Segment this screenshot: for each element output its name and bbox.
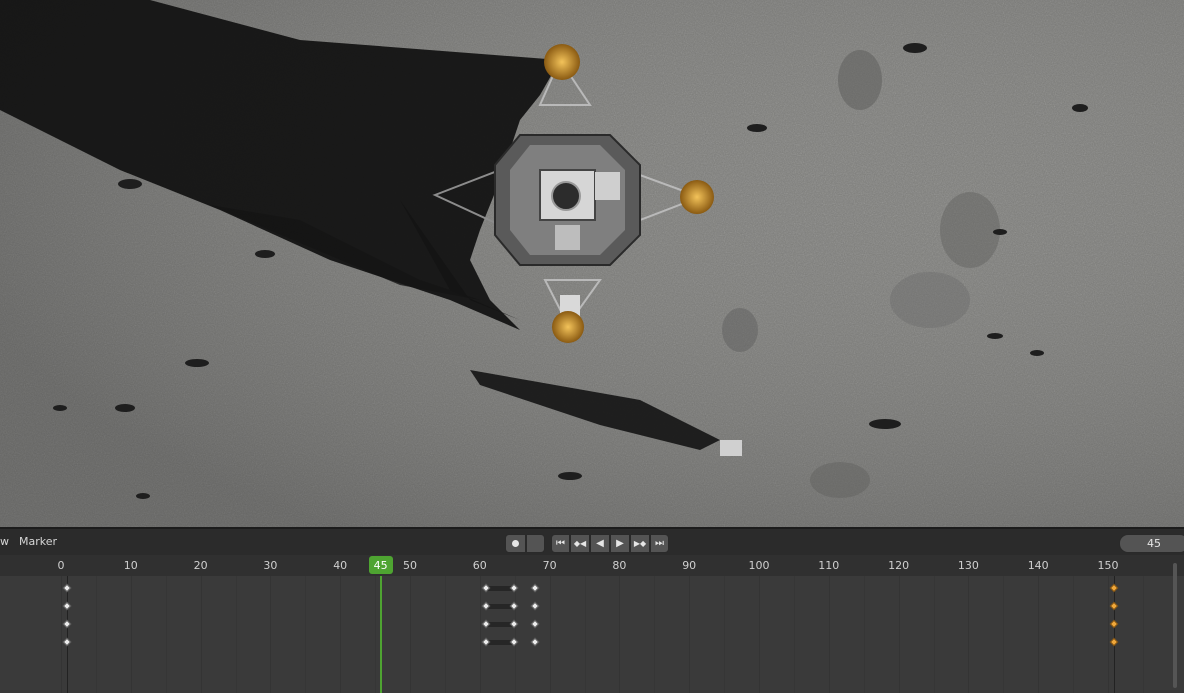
ruler-tick-label: 20 xyxy=(193,559,208,572)
frame-grid-line xyxy=(898,576,900,693)
play-button[interactable]: ▶ xyxy=(610,534,630,553)
frame-grid-line xyxy=(549,576,551,693)
frame-subgrid-line xyxy=(514,576,516,693)
jump-to-start-icon: ⏮ xyxy=(556,538,565,549)
current-frame-field[interactable]: 45 xyxy=(1119,534,1184,553)
frame-subgrid-line xyxy=(95,576,97,693)
next-keyframe-button[interactable]: ▶◆ xyxy=(630,534,650,553)
play-reverse-button[interactable]: ◀ xyxy=(590,534,610,553)
keyframe-diamond[interactable] xyxy=(62,637,72,647)
frame-grid-line xyxy=(759,576,760,693)
view-menu[interactable]: w xyxy=(0,535,9,548)
ruler-tick-label: 60 xyxy=(472,559,487,572)
frame-subgrid-line xyxy=(1003,576,1005,693)
keyframe-diamond[interactable] xyxy=(530,619,539,629)
frame-grid-line xyxy=(200,576,202,693)
timeline-editor[interactable]: w Marker ⏮ ◆◀ ◀ ▶ ▶◆ ⏭ 45 0 10 20 30 40 50 60 7… xyxy=(0,527,1184,693)
keyframe-diamond[interactable] xyxy=(1109,619,1119,629)
frame-grid-line xyxy=(130,576,132,693)
ruler-tick-label: 50 xyxy=(403,559,417,572)
ruler-tick-label: 90 xyxy=(682,559,697,572)
viewport-render xyxy=(0,0,1184,527)
frame-subgrid-line xyxy=(165,576,167,693)
frame-grid-line xyxy=(968,576,970,693)
frame-subgrid-line xyxy=(235,576,237,693)
frame-subgrid-line xyxy=(793,576,795,693)
ruler-tick-label: 10 xyxy=(123,559,138,572)
frame-grid-line xyxy=(828,576,830,693)
jump-to-start-button[interactable]: ⏮ xyxy=(551,534,570,553)
timeline-header: w Marker ⏮ ◆◀ ◀ ▶ ▶◆ ⏭ 45 xyxy=(0,527,1184,555)
previous-keyframe-icon: ◆◀ xyxy=(573,539,587,548)
play-reverse-icon: ◀ xyxy=(596,538,604,549)
frame-grid-line xyxy=(340,576,342,693)
auto-keying-options-button[interactable] xyxy=(526,534,545,553)
vertical-scrollbar[interactable] xyxy=(1173,563,1177,688)
frame-subgrid-line xyxy=(305,576,307,693)
previous-keyframe-button[interactable]: ◆◀ xyxy=(570,534,590,553)
ruler-tick-label: 130 xyxy=(957,559,979,572)
frame-subgrid-line xyxy=(444,576,446,693)
keyframe-diamond[interactable] xyxy=(530,637,539,647)
ruler-tick-label: 110 xyxy=(818,559,840,572)
frame-subgrid-line xyxy=(375,576,377,693)
keyframe-diamond[interactable] xyxy=(530,583,539,593)
frame-ruler[interactable]: 0 10 20 30 40 50 60 70 80 90 100 110 120 130 140 150 xyxy=(0,555,1184,576)
frame-grid-line xyxy=(1038,576,1040,693)
keyframe-diamond[interactable] xyxy=(1109,601,1119,611)
frame-grid-line xyxy=(479,576,481,693)
keyframe-tracks[interactable] xyxy=(0,576,1184,693)
frame-grid-line xyxy=(619,576,621,693)
frame-grid-line xyxy=(410,576,411,693)
keyframe-diamond[interactable] xyxy=(1109,583,1119,593)
3d-viewport[interactable] xyxy=(0,0,1184,527)
frame-grid-line xyxy=(270,576,272,693)
frame-subgrid-line xyxy=(863,576,865,693)
marker-menu[interactable]: Marker xyxy=(19,535,57,548)
frame-subgrid-line xyxy=(1073,576,1075,693)
jump-to-end-icon: ⏭ xyxy=(655,538,664,549)
ruler-tick-label: 40 xyxy=(333,559,348,572)
frame-subgrid-line xyxy=(654,576,656,693)
ruler-tick-label: 0 xyxy=(57,559,65,572)
frame-subgrid-line xyxy=(933,576,935,693)
jump-to-end-button[interactable]: ⏭ xyxy=(650,534,669,553)
play-icon: ▶ xyxy=(616,538,624,549)
ruler-tick-label: 100 xyxy=(748,559,770,572)
ruler-tick-label: 70 xyxy=(542,559,557,572)
playhead-line[interactable] xyxy=(379,576,382,693)
keyframe-stem-line xyxy=(67,576,68,693)
keyframe-diamond[interactable] xyxy=(62,583,72,593)
frame-subgrid-line xyxy=(584,576,586,693)
ruler-tick-label: 80 xyxy=(612,559,627,572)
keyframe-diamond[interactable] xyxy=(62,601,72,611)
keyframe-diamond[interactable] xyxy=(1109,637,1119,647)
ruler-tick-label: 150 xyxy=(1097,559,1119,572)
ruler-tick-label: 120 xyxy=(888,559,910,572)
frame-subgrid-line xyxy=(1142,576,1144,693)
frame-grid-line xyxy=(1108,576,1109,693)
ruler-tick-label: 30 xyxy=(263,559,278,572)
ruler-tick-label: 140 xyxy=(1027,559,1049,572)
frame-grid-line xyxy=(61,576,62,693)
playhead-frame-badge[interactable]: 45 xyxy=(368,556,393,574)
record-button[interactable] xyxy=(505,534,526,553)
keyframe-stem-line xyxy=(1114,576,1115,693)
record-icon xyxy=(512,540,519,547)
frame-subgrid-line xyxy=(724,576,726,693)
next-keyframe-icon: ▶◆ xyxy=(633,539,647,548)
keyframe-diamond[interactable] xyxy=(62,619,72,629)
frame-grid-line xyxy=(689,576,691,693)
keyframe-diamond[interactable] xyxy=(530,601,539,611)
